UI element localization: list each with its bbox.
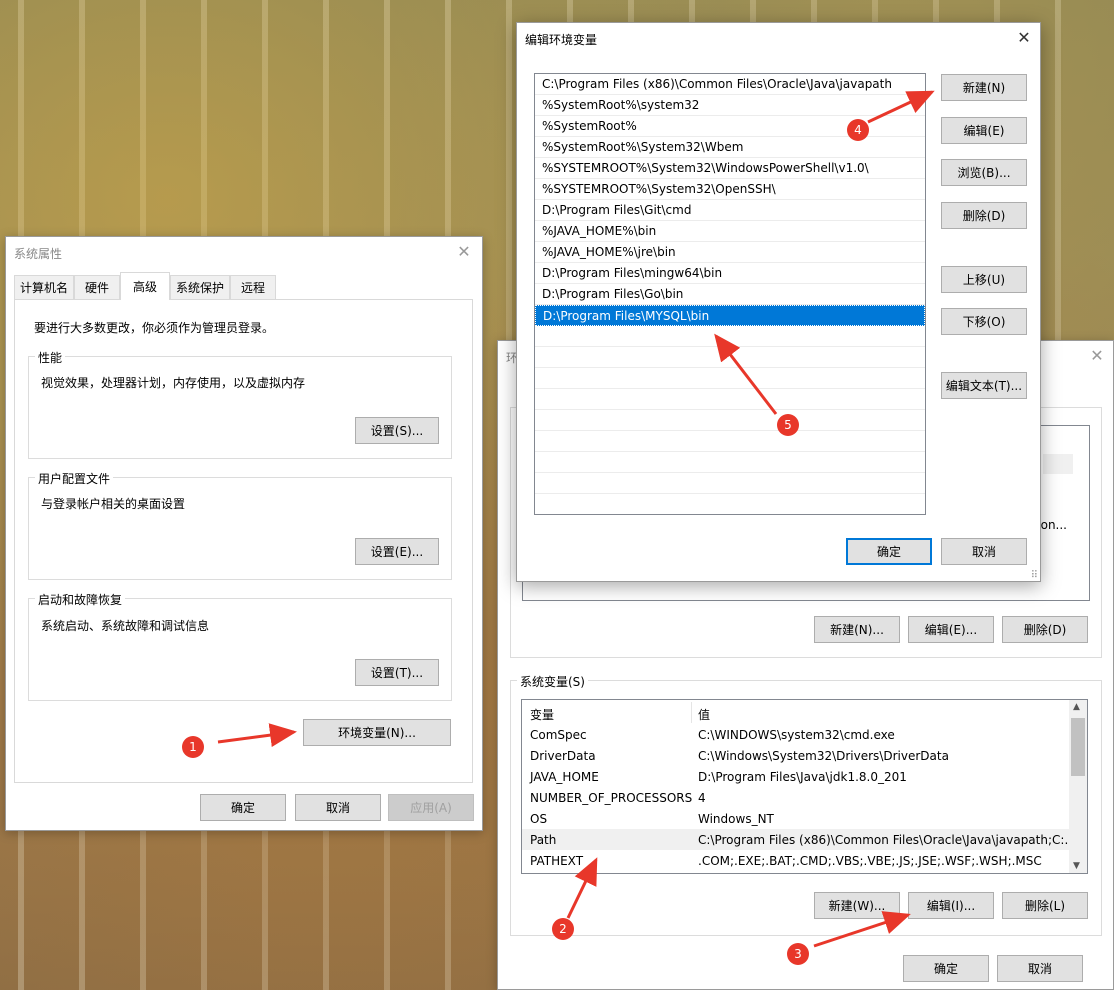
- annotation-marker-2: 2: [552, 918, 574, 940]
- close-icon[interactable]: ✕: [1014, 28, 1034, 48]
- annotation-marker-5: 5: [777, 414, 799, 436]
- list-item[interactable]: %SYSTEMROOT%\System32\OpenSSH\: [535, 179, 925, 200]
- user-profile-desc: 与登录帐户相关的桌面设置: [41, 497, 186, 511]
- list-item[interactable]: %JAVA_HOME%\jre\bin: [535, 242, 925, 263]
- scroll-down-icon[interactable]: ▼: [1073, 861, 1080, 871]
- system-edit-button[interactable]: 编辑(I)...: [908, 892, 994, 919]
- startup-recovery-desc: 系统启动、系统故障和调试信息: [41, 619, 210, 633]
- user-new-button[interactable]: 新建(N)...: [814, 616, 900, 643]
- close-icon[interactable]: ✕: [454, 242, 474, 262]
- system-variables-label: 系统变量(S): [517, 673, 588, 690]
- empty-list-row[interactable]: [535, 368, 925, 389]
- system-properties-titlebar[interactable]: 系统属性 ✕: [6, 237, 482, 267]
- system-new-button[interactable]: 新建(W)...: [814, 892, 900, 919]
- path-new-button[interactable]: 新建(N): [941, 74, 1027, 101]
- startup-recovery-settings-button[interactable]: 设置(T)...: [355, 659, 439, 686]
- table-row[interactable]: NUMBER_OF_PROCESSORS 4: [522, 787, 1069, 808]
- annotation-marker-1: 1: [182, 736, 204, 758]
- envvars-ok-button[interactable]: 确定: [903, 955, 989, 982]
- table-row-path[interactable]: Path C:\Program Files (x86)\Common Files\…: [522, 829, 1076, 850]
- tab-system-protection[interactable]: 系统保护: [170, 275, 230, 299]
- empty-list-row[interactable]: [535, 410, 925, 431]
- sysprops-apply-button: 应用(A): [388, 794, 474, 821]
- sysprops-cancel-button[interactable]: 取消: [295, 794, 381, 821]
- empty-list-row[interactable]: [535, 473, 925, 494]
- path-list[interactable]: C:\Program Files (x86)\Common Files\Orac…: [534, 73, 926, 515]
- tab-advanced[interactable]: 高级: [120, 272, 170, 300]
- empty-list-row[interactable]: [535, 326, 925, 347]
- table-row[interactable]: PATHEXT .COM;.EXE;.BAT;.CMD;.VBS;.VBE;.JS…: [522, 850, 1069, 871]
- edit-env-titlebar[interactable]: 编辑环境变量 ✕: [517, 23, 1040, 53]
- empty-list-row[interactable]: [535, 347, 925, 368]
- table-row[interactable]: OS Windows_NT: [522, 808, 1069, 829]
- tab-hardware[interactable]: 硬件: [74, 275, 120, 299]
- list-item[interactable]: %JAVA_HOME%\bin: [535, 221, 925, 242]
- performance-label: 性能: [35, 349, 66, 366]
- user-edit-button[interactable]: 编辑(E)...: [908, 616, 994, 643]
- table-row[interactable]: DriverData C:\Windows\System32\Drivers\Dr…: [522, 745, 1069, 766]
- close-icon[interactable]: ✕: [1087, 346, 1107, 366]
- column-header-value[interactable]: 值: [698, 706, 710, 723]
- performance-desc: 视觉效果，处理器计划，内存使用，以及虚拟内存: [41, 376, 306, 390]
- edit-env-ok-button[interactable]: 确定: [846, 538, 932, 565]
- column-header-variable[interactable]: 变量: [530, 706, 554, 723]
- path-edit-text-button[interactable]: 编辑文本(T)...: [941, 372, 1027, 399]
- edit-env-title: 编辑环境变量: [525, 33, 598, 47]
- table-row[interactable]: JAVA_HOME D:\Program Files\Java\jdk1.8.0_…: [522, 766, 1069, 787]
- admin-note: 要进行大多数更改，你必须作为管理员登录。: [34, 321, 275, 335]
- tab-remote[interactable]: 远程: [230, 275, 276, 299]
- user-variables-row-hl: [1043, 454, 1073, 474]
- list-item[interactable]: %SystemRoot%\System32\Wbem: [535, 137, 925, 158]
- edit-env-cancel-button[interactable]: 取消: [941, 538, 1027, 565]
- resize-grip-icon[interactable]: ⠿: [1031, 571, 1038, 581]
- list-item[interactable]: D:\Program Files\Git\cmd: [535, 200, 925, 221]
- user-profile-settings-button[interactable]: 设置(E)...: [355, 538, 439, 565]
- environment-variables-button[interactable]: 环境变量(N)...: [303, 719, 451, 746]
- list-item[interactable]: D:\Program Files\Go\bin: [535, 284, 925, 305]
- system-delete-button[interactable]: 删除(L): [1002, 892, 1088, 919]
- tab-computer-name[interactable]: 计算机名: [14, 275, 74, 299]
- annotation-marker-4: 4: [847, 119, 869, 141]
- user-profile-label: 用户配置文件: [35, 470, 114, 487]
- annotation-marker-3: 3: [787, 943, 809, 965]
- empty-list-row[interactable]: [535, 431, 925, 452]
- path-edit-button[interactable]: 编辑(E): [941, 117, 1027, 144]
- user-delete-button[interactable]: 删除(D): [1002, 616, 1088, 643]
- path-move-up-button[interactable]: 上移(U): [941, 266, 1027, 293]
- list-item[interactable]: %SYSTEMROOT%\System32\WindowsPowerShell\…: [535, 158, 925, 179]
- list-item[interactable]: C:\Program Files (x86)\Common Files\Orac…: [535, 74, 925, 95]
- sysvars-header: 变量 值: [522, 702, 1069, 723]
- scrollbar-thumb[interactable]: [1071, 718, 1085, 776]
- vertical-scrollbar[interactable]: ▲ ▼: [1069, 700, 1087, 873]
- performance-settings-button[interactable]: 设置(S)...: [355, 417, 439, 444]
- empty-list-row[interactable]: [535, 452, 925, 473]
- envvars-cancel-button[interactable]: 取消: [997, 955, 1083, 982]
- table-row[interactable]: ComSpec C:\WINDOWS\system32\cmd.exe: [522, 724, 1069, 745]
- system-properties-title: 系统属性: [14, 247, 63, 261]
- empty-list-row[interactable]: [535, 389, 925, 410]
- system-variables-list[interactable]: 变量 值 ComSpec C:\WINDOWS\system32\cmd.exe …: [521, 699, 1088, 874]
- list-item[interactable]: %SystemRoot%\system32: [535, 95, 925, 116]
- startup-recovery-label: 启动和故障恢复: [35, 591, 126, 608]
- list-item-selected[interactable]: D:\Program Files\MYSQL\bin: [535, 305, 925, 326]
- scroll-up-icon[interactable]: ▲: [1073, 702, 1080, 712]
- sysprops-ok-button[interactable]: 确定: [200, 794, 286, 821]
- column-divider: [691, 702, 692, 723]
- path-delete-button[interactable]: 删除(D): [941, 202, 1027, 229]
- path-browse-button[interactable]: 浏览(B)...: [941, 159, 1027, 186]
- user-variables-partial-text: on...: [1040, 518, 1067, 532]
- path-move-down-button[interactable]: 下移(O): [941, 308, 1027, 335]
- list-item[interactable]: D:\Program Files\mingw64\bin: [535, 263, 925, 284]
